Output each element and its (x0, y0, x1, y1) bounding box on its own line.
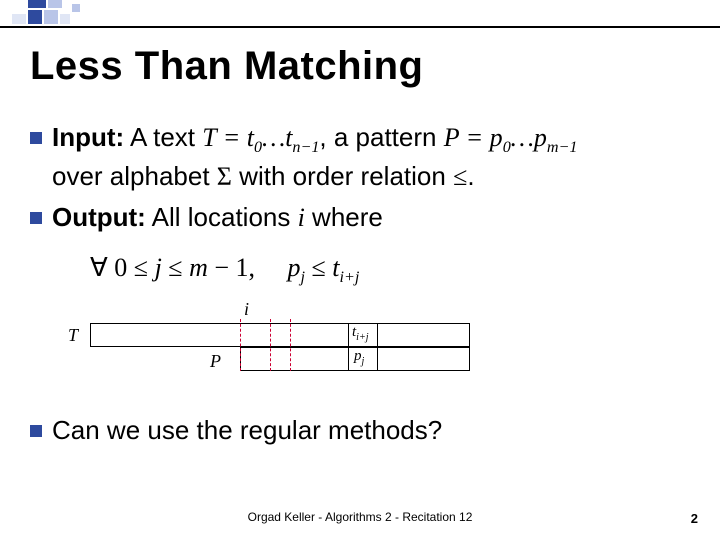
bullet-output: Output: All locations i where (30, 200, 690, 235)
bullet-input: Input: A text T = t0…tn−1, a pattern P =… (30, 120, 690, 194)
bullet-question: Can we use the regular methods? (30, 413, 690, 448)
text-row-label: T (68, 325, 78, 346)
footer-text: Orgad Keller - Algorithms 2 - Recitation… (0, 510, 720, 524)
pattern-row-label: P (210, 351, 221, 372)
slide-title: Less Than Matching (30, 44, 424, 89)
bullet-icon (30, 425, 42, 437)
corner-decoration (0, 0, 210, 26)
bullet-icon (30, 132, 42, 144)
alignment-diagram: i T P ti+j pj (90, 301, 490, 391)
page-number: 2 (691, 511, 698, 526)
match-condition-formula: ∀ 0 ≤ j ≤ m − 1, pj ≤ ti+j (90, 253, 690, 287)
title-divider (0, 26, 720, 28)
input-label: Input: (52, 122, 124, 152)
bullet-icon (30, 212, 42, 224)
slide-body: Input: A text T = t0…tn−1, a pattern P =… (30, 120, 690, 454)
output-label: Output: (52, 202, 146, 232)
text-bar (90, 323, 470, 347)
i-marker-label: i (244, 299, 249, 320)
